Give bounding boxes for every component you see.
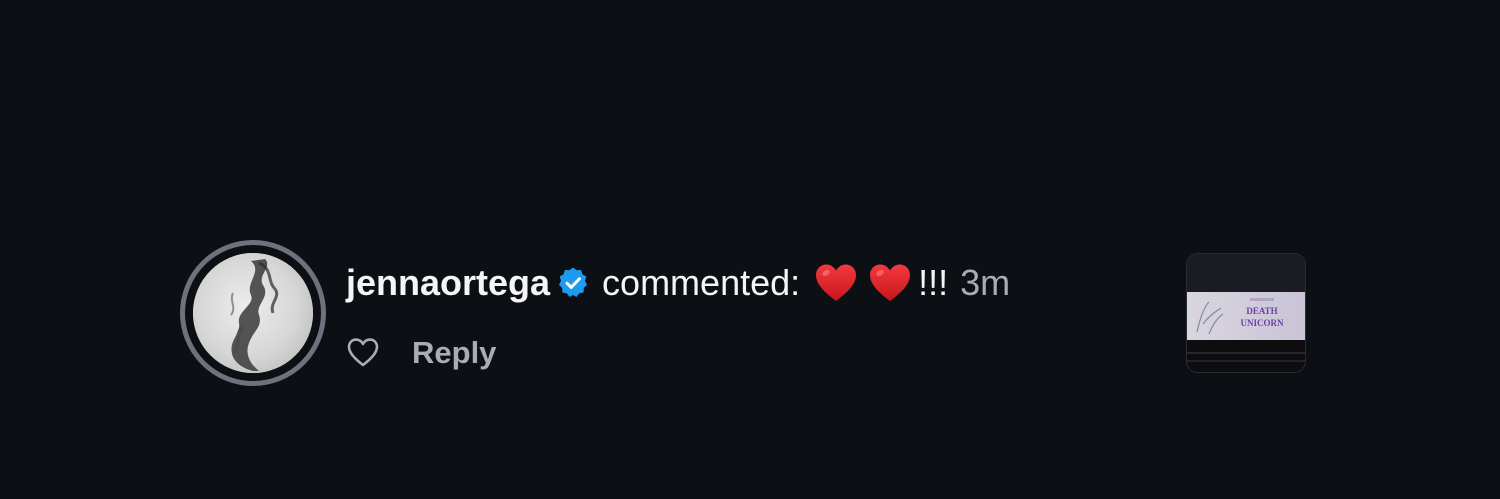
activity-feed: jennaortega commented: !!! 3m Reply DEAT… xyxy=(0,0,1500,499)
avatar-image xyxy=(193,253,313,373)
heart-outline-icon[interactable] xyxy=(346,336,380,370)
verified-badge-icon xyxy=(556,266,590,300)
action-text: commented: xyxy=(602,262,801,303)
poster-title-line2: UNICORN xyxy=(1240,318,1284,328)
red-heart-emoji-2 xyxy=(868,263,912,303)
comment-text: !!! xyxy=(918,262,949,303)
profile-avatar-ring[interactable] xyxy=(180,240,326,386)
poster-title-line1: DEATH xyxy=(1246,306,1277,316)
username-link[interactable]: jennaortega xyxy=(346,258,550,308)
avatar xyxy=(193,253,313,373)
reply-button[interactable]: Reply xyxy=(412,335,496,371)
red-heart-emoji-1 xyxy=(814,263,858,303)
timestamp: 3m xyxy=(960,262,1011,303)
comment-line: jennaortega commented: !!! 3m xyxy=(346,258,1010,308)
post-thumbnail[interactable]: DEATH UNICORN xyxy=(1186,253,1306,373)
comment-actions: Reply xyxy=(346,332,496,374)
post-thumbnail-image: DEATH UNICORN xyxy=(1187,254,1305,372)
comment-notification[interactable]: jennaortega commented: !!! 3m Reply DEAT… xyxy=(0,0,1500,499)
